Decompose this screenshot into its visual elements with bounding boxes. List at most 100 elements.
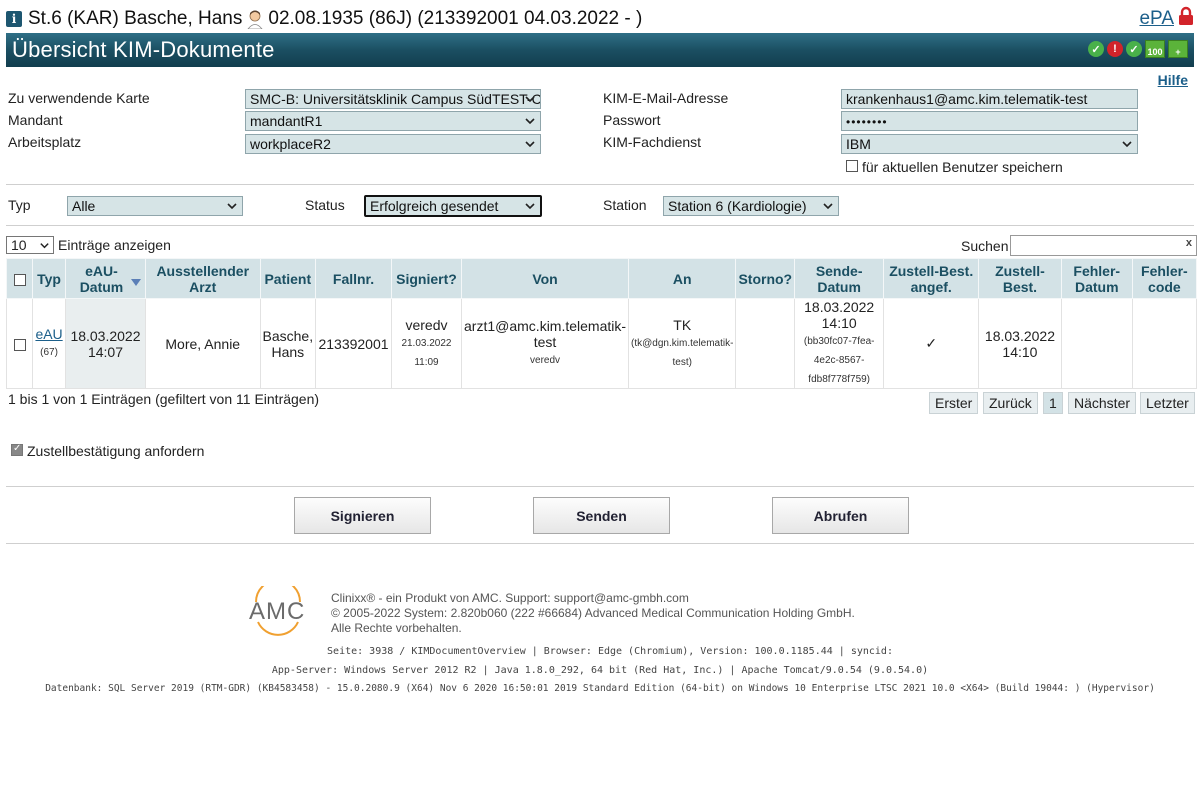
zustell-request-label: Zustellbestätigung anfordern [27, 443, 205, 459]
email-field[interactable]: krankenhaus1@amc.kim.telematik-test [841, 89, 1138, 109]
column-header-von[interactable]: Von [461, 258, 630, 299]
fachdienst-label: KIM-Fachdienst [603, 134, 702, 150]
von-address-cont: test [533, 334, 557, 350]
signieren-button[interactable]: Signieren [294, 497, 431, 534]
select-all-header[interactable] [5, 258, 34, 299]
table-row[interactable]: eAU (67) 18.03.2022 14:07 More, Annie Ba… [5, 298, 1198, 389]
status-filter-select[interactable]: Erfolgreich gesendet [364, 195, 542, 217]
sende-date: 18.03.2022 [804, 299, 875, 315]
column-header-storno[interactable]: Storno? [735, 258, 796, 299]
fachdienst-select[interactable]: IBM [841, 134, 1138, 154]
patient-details: 02.08.1935 (86J) (213392001 04.03.2022 -… [268, 8, 643, 29]
divider [6, 543, 1194, 544]
column-header-arzt[interactable]: Ausstellender Arzt [144, 258, 261, 299]
chevron-down-icon [227, 203, 237, 210]
message-id-end: fdb8f778f759) [808, 374, 871, 385]
senden-button[interactable]: Senden [533, 497, 670, 534]
column-header-sende-datum[interactable]: Sende-Datum [794, 258, 885, 299]
column-header-typ[interactable]: Typ [32, 258, 66, 299]
typ-filter-select[interactable]: Alle [67, 196, 243, 216]
clear-search-icon[interactable]: x [1186, 237, 1192, 249]
eau-document-link[interactable]: eAU [35, 326, 62, 342]
chevron-down-icon [525, 96, 535, 103]
column-header-an[interactable]: An [628, 258, 737, 299]
zustell-time: 14:10 [1002, 343, 1038, 360]
footer-server-info: App-Server: Windows Server 2012 R2 | Jav… [271, 665, 929, 676]
mandant-select[interactable]: mandantR1 [245, 111, 541, 131]
last-page-button[interactable]: Letzter [1140, 392, 1195, 414]
abrufen-button[interactable]: Abrufen [772, 497, 909, 534]
footer-line-3: Alle Rechte vorbehalten. [331, 621, 462, 635]
ok-status-icon-2[interactable]: ✓ [1126, 41, 1142, 57]
password-field[interactable]: •••••••• [841, 111, 1138, 131]
save-user-label: für aktuellen Benutzer speichern [862, 159, 1063, 175]
prev-page-button[interactable]: Zurück [983, 392, 1038, 414]
first-page-button[interactable]: Erster [929, 392, 979, 414]
station-filter-select[interactable]: Station 6 (Kardiologie) [663, 196, 839, 216]
search-input[interactable]: x [1010, 235, 1197, 256]
footer-database-info: Datenbank: SQL Server 2019 (RTM-GDR) (KB… [45, 683, 1155, 694]
amc-logo: AMC [246, 579, 310, 636]
an-name: TK [673, 316, 692, 333]
column-header-patient[interactable]: Patient [259, 258, 317, 299]
column-header-fehler-code[interactable]: Fehler-code [1131, 258, 1198, 299]
mandant-value: mandantR1 [250, 113, 323, 129]
save-user-checkbox[interactable] [846, 160, 858, 172]
error-status-icon[interactable]: ! [1107, 41, 1123, 57]
kim-documents-table: Typ eAU-Datum Ausstellender Arzt Patient… [5, 258, 1198, 389]
patient-header: i St.6 (KAR) Basche, Hans 02.08.1935 (86… [6, 6, 1194, 32]
row-checkbox[interactable] [13, 338, 26, 351]
eau-datum-cell: 18.03.2022 14:07 [64, 298, 146, 389]
help-link[interactable]: Hilfe [1158, 72, 1188, 88]
an-address: (tk@dgn.kim.telematik- [631, 337, 734, 349]
chevron-down-icon [823, 203, 833, 210]
karte-select[interactable]: SMC-B: Universitätsklinik Campus SüdTEST… [245, 89, 541, 109]
column-header-fallnr[interactable]: Fallnr. [315, 258, 392, 299]
check-icon: ✓ [925, 335, 938, 351]
info-icon[interactable]: i [6, 11, 22, 27]
status-icons: ✓ ! ✓ 100 + [1088, 40, 1188, 58]
zustell-angef-cell: ✓ [883, 298, 980, 389]
divider [6, 225, 1194, 226]
page-length-select[interactable]: 10 [6, 236, 54, 254]
status-filter-label: Status [305, 197, 345, 213]
table-header-row: Typ eAU-Datum Ausstellender Arzt Patient… [5, 258, 1198, 299]
sende-datum-cell: 18.03.2022 14:10 (bb30fc07-7fea- 4e2c-85… [794, 298, 885, 389]
footer-copyright: Clinixx® - ein Produkt von AMC. Support:… [331, 591, 855, 636]
arzt-cell: More, Annie [144, 298, 261, 389]
arbeitsplatz-select[interactable]: workplaceR2 [245, 134, 541, 154]
card-terminal-icon[interactable]: + [1168, 40, 1188, 58]
column-header-zustell-best[interactable]: Zustell-Best. [978, 258, 1062, 299]
zustell-best-cell: 18.03.2022 14:10 [978, 298, 1062, 389]
patient-info: St.6 (KAR) Basche, Hans 02.08.1935 (86J)… [28, 8, 642, 30]
select-all-checkbox[interactable] [13, 273, 26, 286]
email-label: KIM-E-Mail-Adresse [603, 90, 729, 106]
title-band: Übersicht KIM-Dokumente ✓ ! ✓ 100 + [6, 33, 1194, 67]
card-reader-icon[interactable]: 100 [1145, 40, 1165, 58]
chevron-down-icon [525, 203, 535, 210]
signiert-cell: veredv 21.03.2022 11:09 [390, 298, 463, 389]
chevron-down-icon [40, 243, 49, 249]
an-cell: TK (tk@dgn.kim.telematik- test) [628, 298, 737, 389]
typ-cell: eAU (67) [32, 298, 66, 389]
column-header-zustell-angef[interactable]: Zustell-Best. angef. [883, 258, 980, 299]
column-header-signiert[interactable]: Signiert? [390, 258, 463, 299]
zustell-best-header-label: Zustell-Best. [995, 262, 1045, 295]
next-page-button[interactable]: Nächster [1068, 392, 1137, 414]
zustell-request-checkbox[interactable] [11, 443, 23, 456]
von-user: veredv [530, 355, 561, 366]
storno-cell [735, 298, 796, 389]
current-page-button[interactable]: 1 [1043, 392, 1063, 414]
epa-link[interactable]: ePA [1139, 8, 1174, 30]
status-filter-value: Erfolgreich gesendet [370, 198, 499, 214]
message-id-cont: 4e2c-8567- [813, 355, 865, 366]
station-filter-label: Station [603, 197, 647, 213]
epa-area: ePA [1139, 6, 1194, 32]
patient-cell-firstname: Hans [271, 343, 305, 360]
fehler-code-header-label: Fehler-code [1141, 262, 1188, 295]
column-header-fehler-datum[interactable]: Fehler-Datum [1060, 258, 1133, 299]
patient-name: St.6 (KAR) Basche, Hans [28, 8, 243, 29]
column-header-eau-datum[interactable]: eAU-Datum [64, 258, 146, 299]
signiert-time: 11:09 [414, 356, 439, 368]
ok-status-icon[interactable]: ✓ [1088, 41, 1104, 57]
